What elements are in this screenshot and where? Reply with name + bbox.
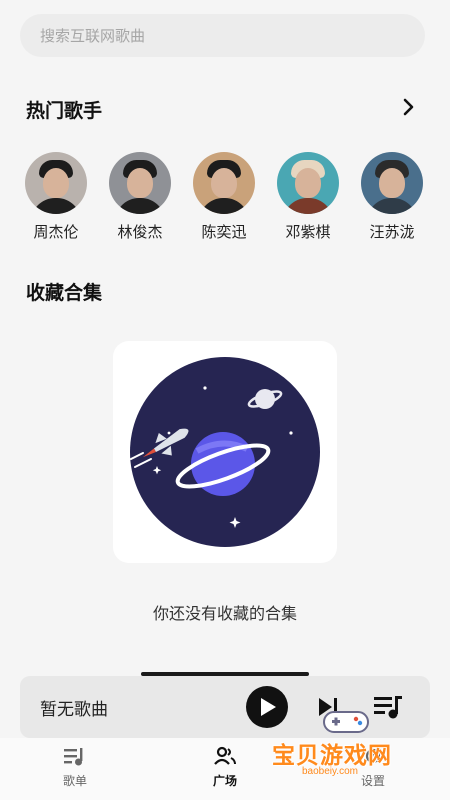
watermark-text: 宝贝游戏网 [272, 743, 392, 769]
artist-avatar [361, 152, 423, 214]
artist-item[interactable]: 周杰伦 [22, 152, 90, 242]
collections-title: 收藏合集 [26, 282, 103, 304]
artist-avatar [193, 152, 255, 214]
artist-item[interactable]: 林俊杰 [106, 152, 174, 242]
artist-avatar [25, 152, 87, 214]
artist-item[interactable]: 陈奕迅 [190, 152, 258, 242]
now-playing-title: 暂无歌曲 [40, 700, 108, 720]
tab-playlist[interactable]: 歌单 [40, 746, 110, 789]
artist-name: 林俊杰 [117, 223, 163, 241]
hot-artists-title: 热门歌手 [26, 100, 103, 122]
artist-name: 汪苏泷 [369, 223, 415, 241]
hot-artists-list: 周杰伦 林俊杰 陈奕迅 邓紫棋 汪苏泷 [22, 152, 432, 244]
search-placeholder: 搜索互联网歌曲 [40, 27, 146, 45]
tab-square[interactable]: 广场 [190, 746, 260, 789]
artist-name: 陈奕迅 [201, 223, 247, 241]
chevron-right-icon[interactable] [401, 98, 417, 116]
gamepad-icon [323, 711, 369, 733]
empty-collection-card [113, 341, 337, 563]
tab-label: 广场 [212, 774, 237, 788]
empty-collections-text: 你还没有收藏的合集 [152, 604, 297, 623]
users-icon [214, 746, 236, 765]
watermark-url: baobeiy.com [302, 766, 358, 777]
artist-avatar [109, 152, 171, 214]
watermark: 宝贝游戏网 baobeiy.com [272, 700, 422, 790]
artist-item[interactable]: 汪苏泷 [358, 152, 426, 242]
artist-item[interactable]: 邓紫棋 [274, 152, 342, 242]
search-input[interactable]: 搜索互联网歌曲 [20, 14, 425, 57]
artist-avatar [277, 152, 339, 214]
artist-name: 周杰伦 [33, 223, 79, 241]
playlist-icon [64, 748, 83, 766]
tab-label: 歌单 [62, 774, 87, 788]
artist-name: 邓紫棋 [285, 223, 331, 241]
space-illustration [130, 357, 320, 547]
